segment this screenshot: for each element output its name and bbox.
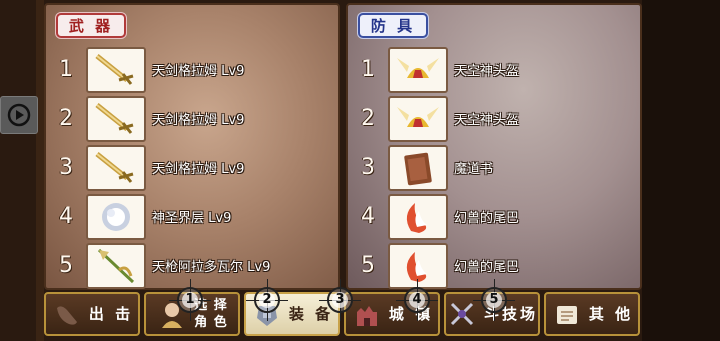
armor-name: 魔道书 (454, 162, 494, 177)
slot-number: 4 (59, 204, 73, 229)
weapon-slot-5[interactable]: 5 天枪阿拉多瓦尔 Lv9 (46, 241, 338, 290)
weapon-slot-2[interactable]: 2 天剑格拉姆 Lv9 (46, 94, 338, 143)
armor-slot-1[interactable]: 1 天空神头盔 (348, 45, 640, 94)
weapons-tab[interactable]: 武 器 (56, 13, 126, 38)
sword-icon (86, 46, 146, 93)
scroll-icon (556, 306, 577, 324)
weapon-slot-1[interactable]: 1 天剑格拉姆 Lv9 (46, 45, 338, 94)
play-circle-icon (7, 103, 31, 127)
marker-5: 5 (473, 279, 515, 321)
armor-tab[interactable]: 防 具 (358, 13, 428, 38)
slot-number: 5 (361, 253, 375, 278)
slot-number: 1 (361, 57, 375, 82)
sword-icon (86, 144, 146, 191)
weapon-name: 天枪阿拉多瓦尔 Lv9 (152, 260, 271, 275)
armor-name: 幻兽的尾巴 (454, 260, 520, 275)
marker-2: 2 (246, 279, 288, 321)
slot-number: 2 (361, 106, 375, 131)
weapon-name: 神圣界层 Lv9 (152, 211, 232, 226)
select-label-bottom: 角 色 (194, 315, 228, 330)
armor-name: 天空神头盔 (454, 113, 520, 128)
boot-icon (56, 306, 77, 325)
armor-slot-2[interactable]: 2 天空神头盔 (348, 94, 640, 143)
armor-slot-4[interactable]: 4 幻兽的尾巴 (348, 192, 640, 241)
crossed-swords-icon (450, 302, 474, 326)
slot-number: 3 (361, 155, 375, 180)
slot-number: 1 (59, 57, 73, 82)
other-label: 其 他 (588, 304, 634, 323)
weapon-name: 天剑格拉姆 Lv9 (152, 113, 245, 128)
holy-orb-icon (86, 193, 146, 240)
sortie-label: 出 击 (88, 304, 134, 323)
sword-icon (86, 95, 146, 142)
armor-name: 天空神头盔 (454, 64, 520, 79)
beast-tail-icon (388, 242, 448, 289)
winged-helmet-icon (388, 95, 448, 142)
slot-number: 2 (59, 106, 73, 131)
other-button[interactable]: 其 他 (544, 292, 640, 336)
slot-number: 4 (361, 204, 375, 229)
winged-helmet-icon (388, 46, 448, 93)
play-side-button[interactable] (0, 96, 38, 134)
marker-1: 1 (169, 279, 211, 321)
slot-number: 3 (59, 155, 73, 180)
tome-icon (388, 144, 448, 191)
armor-slot-3[interactable]: 3 魔道书 (348, 143, 640, 192)
slot-number: 5 (59, 253, 73, 278)
beast-tail-icon (388, 193, 448, 240)
castle-icon (356, 306, 377, 326)
marker-3: 3 (319, 279, 361, 321)
armor-name: 幻兽的尾巴 (454, 211, 520, 226)
marker-4: 4 (396, 279, 438, 321)
weapons-panel: 武 器 1 天剑格拉姆 Lv9 2 天剑格拉姆 Lv9 3 天剑格拉姆 Lv9 … (44, 3, 340, 290)
equip-label: 装 备 (288, 304, 334, 323)
sortie-button[interactable]: 出 击 (44, 292, 140, 336)
weapon-slot-4[interactable]: 4 神圣界层 Lv9 (46, 192, 338, 241)
armor-panel: 防 具 1 天空神头盔 2 天空神头盔 3 魔道书 4 幻兽的尾巴 5 幻兽的尾… (346, 3, 642, 290)
left-frame (36, 0, 44, 341)
right-frame (642, 0, 720, 341)
weapon-name: 天剑格拉姆 Lv9 (152, 162, 245, 177)
weapon-slot-3[interactable]: 3 天剑格拉姆 Lv9 (46, 143, 338, 192)
game-screen: 武 器 1 天剑格拉姆 Lv9 2 天剑格拉姆 Lv9 3 天剑格拉姆 Lv9 … (0, 0, 720, 341)
spear-icon (86, 242, 146, 289)
weapon-name: 天剑格拉姆 Lv9 (152, 64, 245, 79)
